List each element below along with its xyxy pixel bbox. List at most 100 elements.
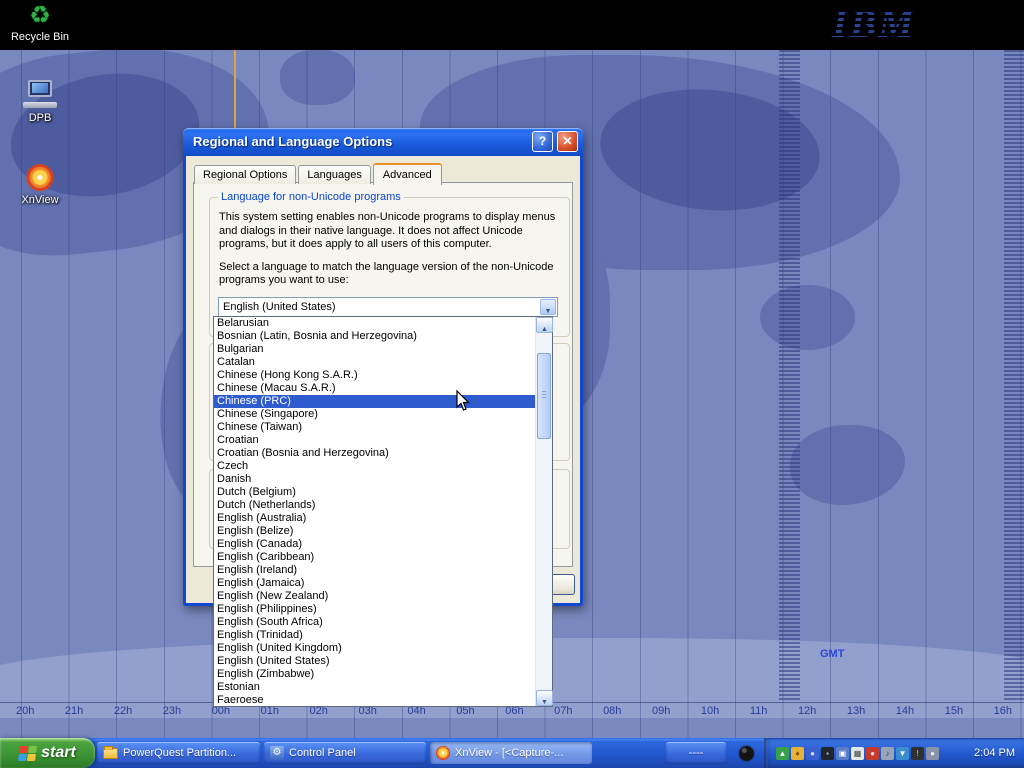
desktop: ♻ Recycle Bin IBM GMT 20h21h22h23h00h01h… (0, 0, 1024, 768)
chevron-down-icon: ▼ (545, 308, 552, 315)
ibm-logo: IBM (832, 0, 932, 48)
hour-label: 23h (163, 705, 181, 717)
dropdown-item[interactable]: English (United Kingdom) (214, 642, 535, 655)
hour-label: 10h (701, 705, 719, 717)
desktop-icon-xnview[interactable]: XnView (8, 164, 72, 206)
dropdown-item[interactable]: English (Trinidad) (214, 629, 535, 642)
dropdown-item[interactable]: English (Australia) (214, 512, 535, 525)
tray-icon-11[interactable]: ● (926, 747, 939, 760)
hour-label: 14h (896, 705, 914, 717)
combobox-dropdown-button[interactable]: ▼ (540, 299, 556, 315)
dropdown-item[interactable]: Faeroese (214, 694, 535, 706)
dropdown-item[interactable]: English (New Zealand) (214, 590, 535, 603)
dropdown-item[interactable]: Croatian (Bosnia and Herzegovina) (214, 447, 535, 460)
dropdown-item[interactable]: English (Zimbabwe) (214, 668, 535, 681)
timezone-hatch-band (779, 50, 800, 702)
dark-app-icon (739, 746, 754, 761)
tray-icon-7[interactable]: ● (866, 747, 879, 760)
tab-advanced[interactable]: Advanced (373, 163, 442, 185)
system-tray: ▲♦●▪▣▦●♪▼!● 2:04 PM (764, 738, 1024, 768)
help-button[interactable]: ? (532, 131, 553, 152)
start-button[interactable]: start (0, 738, 95, 768)
dropdown-item[interactable]: Chinese (Taiwan) (214, 421, 535, 434)
taskbar: start PowerQuest Partition... ⚙ Control … (0, 738, 1024, 768)
tray-icon-10[interactable]: ! (911, 747, 924, 760)
taskbar-button-label: Control Panel (289, 747, 420, 759)
language-combobox[interactable]: English (United States) ▼ (218, 297, 558, 317)
scroll-thumb[interactable] (537, 353, 551, 439)
hour-label: 09h (652, 705, 670, 717)
desktop-icon-dpb[interactable]: DPB (8, 80, 72, 124)
tray-icon-6[interactable]: ▦ (851, 747, 864, 760)
dropdown-item[interactable]: English (United States) (214, 655, 535, 668)
xnview-icon (26, 164, 54, 192)
arrow-up-icon: ▲ (541, 326, 548, 333)
groupbox-title: Language for non-Unicode programs (218, 191, 404, 203)
desktop-icon-label: XnView (8, 194, 72, 206)
dropdown-item[interactable]: Bosnian (Latin, Bosnia and Herzegovina) (214, 330, 535, 343)
dropdown-item[interactable]: Dutch (Netherlands) (214, 499, 535, 512)
dropdown-item[interactable]: Chinese (Macau S.A.R.) (214, 382, 535, 395)
dropdown-item[interactable]: English (Philippines) (214, 603, 535, 616)
language-dropdown-list: BelarusianBosnian (Latin, Bosnia and Her… (214, 317, 535, 706)
dropdown-item[interactable]: Danish (214, 473, 535, 486)
dropdown-scrollbar[interactable]: ▲ ▼ (535, 317, 552, 706)
arrow-down-icon: ▼ (541, 699, 548, 706)
dropdown-item[interactable]: English (South Africa) (214, 616, 535, 629)
toolbar-label: ---- (689, 747, 704, 759)
tray-icon-1[interactable]: ▲ (776, 747, 789, 760)
tray-icons: ▲♦●▪▣▦●♪▼!● (776, 747, 939, 760)
dropdown-item[interactable]: Bulgarian (214, 343, 535, 356)
hour-label: 13h (847, 705, 865, 717)
hour-label: 07h (554, 705, 572, 717)
dropdown-item[interactable]: English (Canada) (214, 538, 535, 551)
hour-label: 08h (603, 705, 621, 717)
hour-label: 15h (945, 705, 963, 717)
taskbar-button-control-panel[interactable]: ⚙ Control Panel (264, 742, 426, 764)
tray-icon-8[interactable]: ♪ (881, 747, 894, 760)
dropdown-item[interactable]: Estonian (214, 681, 535, 694)
tab-regional-options[interactable]: Regional Options (194, 165, 296, 184)
folder-icon (103, 748, 118, 759)
hour-label: 16h (994, 705, 1012, 717)
scroll-up-button[interactable]: ▲ (536, 317, 553, 333)
tray-icon-4[interactable]: ▪ (821, 747, 834, 760)
tray-icon-2[interactable]: ♦ (791, 747, 804, 760)
hour-label: 22h (114, 705, 132, 717)
dropdown-item[interactable]: Czech (214, 460, 535, 473)
dropdown-item[interactable]: English (Ireland) (214, 564, 535, 577)
current-time-marker-line (234, 50, 236, 128)
xnview-icon (436, 746, 450, 760)
desktop-icon-label: DPB (8, 112, 72, 124)
taskbar-button-powerquest[interactable]: PowerQuest Partition... (97, 742, 260, 764)
dropdown-item[interactable]: Belarusian (214, 317, 535, 330)
tray-icon-3[interactable]: ● (806, 747, 819, 760)
taskbar-clock[interactable]: 2:04 PM (974, 747, 1015, 759)
group-paragraph-1: This system setting enables non-Unicode … (219, 211, 559, 252)
hour-label: 11h (750, 705, 768, 717)
close-button[interactable]: ✕ (557, 131, 578, 152)
scroll-down-button[interactable]: ▼ (536, 690, 553, 706)
gmt-label: GMT (820, 648, 844, 660)
dropdown-item[interactable]: Croatian (214, 434, 535, 447)
dropdown-item[interactable]: Chinese (Hong Kong S.A.R.) (214, 369, 535, 382)
dropdown-item[interactable]: Chinese (PRC) (214, 395, 535, 408)
tray-icon-9[interactable]: ▼ (896, 747, 909, 760)
tab-languages[interactable]: Languages (298, 165, 370, 184)
dropdown-item[interactable]: Catalan (214, 356, 535, 369)
dropdown-item[interactable]: Dutch (Belgium) (214, 486, 535, 499)
taskbar-button-label: XnView - [<Capture-... (455, 747, 586, 759)
hour-label: 21h (65, 705, 83, 717)
dropdown-item[interactable]: English (Jamaica) (214, 577, 535, 590)
dropdown-item[interactable]: English (Caribbean) (214, 551, 535, 564)
quicklaunch-dark-icon-button[interactable] (730, 742, 762, 764)
hour-label: 20h (16, 705, 34, 717)
tray-icon-5[interactable]: ▣ (836, 747, 849, 760)
taskbar-toolbar-dashes[interactable]: ---- (666, 742, 726, 764)
group-paragraph-2: Select a language to match the language … (219, 261, 559, 288)
taskbar-button-xnview[interactable]: XnView - [<Capture-... (430, 742, 592, 764)
dropdown-item[interactable]: Chinese (Singapore) (214, 408, 535, 421)
desktop-icon-recycle-bin[interactable]: ♻ Recycle Bin (8, 3, 72, 43)
dialog-titlebar[interactable]: Regional and Language Options ? ✕ (183, 128, 583, 156)
dropdown-item[interactable]: English (Belize) (214, 525, 535, 538)
